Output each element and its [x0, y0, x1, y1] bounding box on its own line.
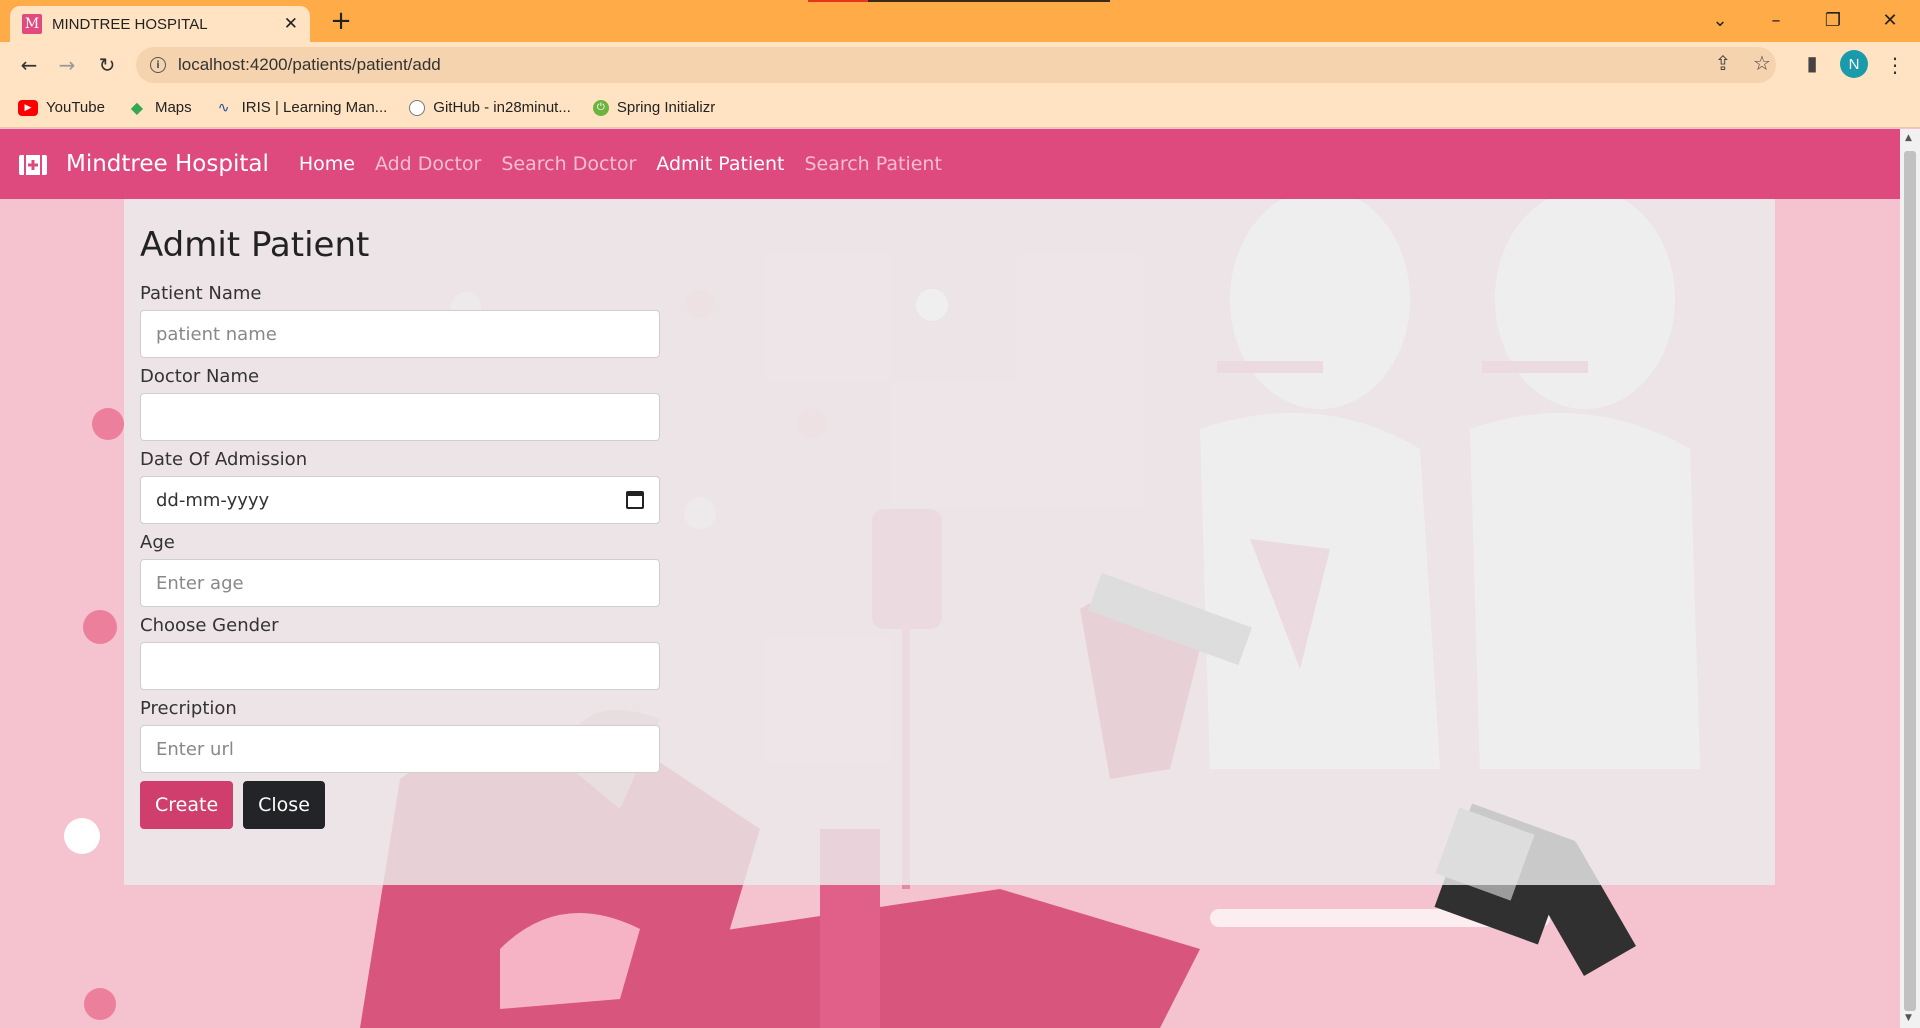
bookmark-label: GitHub - in28minut... — [433, 99, 571, 116]
minimize-icon[interactable]: – — [1756, 4, 1796, 36]
address-bar[interactable]: i localhost:4200/patients/patient/add — [136, 47, 1776, 83]
restore-icon[interactable]: ❐ — [1813, 4, 1853, 36]
maps-icon: ◆ — [130, 99, 144, 117]
youtube-icon: ▶ — [18, 99, 38, 116]
age-input[interactable]: Enter age — [140, 559, 660, 607]
app-navbar: Mindtree Hospital Home Add Doctor Search… — [0, 129, 1900, 199]
tab-title: MINDTREE HOSPITAL — [52, 15, 208, 33]
bookmark-spring[interactable]: ⏻ Spring Initializr — [592, 99, 716, 116]
nav-link-search-doctor[interactable]: Search Doctor — [501, 153, 636, 175]
url-text: localhost:4200/patients/patient/add — [178, 55, 441, 74]
bookmark-label: Spring Initializr — [616, 99, 716, 116]
admit-patient-panel: Admit Patient Patient Name patient name … — [124, 199, 1775, 885]
scroll-up-icon[interactable]: ▲ — [1905, 133, 1912, 143]
page-scrollbar[interactable]: ▲ ▼ — [1900, 129, 1920, 1028]
admission-date-input[interactable]: dd-mm-yyyy — [140, 476, 660, 524]
age-label: Age — [140, 532, 175, 553]
spring-icon: ⏻ — [592, 99, 609, 116]
profile-avatar[interactable]: N — [1840, 50, 1868, 78]
iris-icon: ∿ — [217, 99, 230, 115]
prescription-input[interactable]: Enter url — [140, 725, 660, 773]
admission-date-label: Date Of Admission — [140, 449, 308, 470]
bookmark-label: Maps — [154, 99, 192, 116]
nav-link-admit-patient[interactable]: Admit Patient — [656, 153, 784, 175]
bookmark-github[interactable]: GitHub - in28minut... — [409, 99, 571, 116]
bookmarks-bar: ▶ YouTube ◆ Maps ∿ IRIS | Learning Man..… — [0, 88, 1920, 128]
brand-name[interactable]: Mindtree Hospital — [66, 151, 269, 177]
browser-tab[interactable]: M MINDTREE HOSPITAL ✕ — [10, 6, 310, 42]
bookmark-label: YouTube — [46, 99, 105, 116]
scrollbar-thumb[interactable] — [1904, 151, 1916, 1011]
reload-icon[interactable]: ↻ — [92, 50, 122, 80]
gender-group: Choose Gender — [140, 615, 660, 690]
medical-kit-icon — [19, 155, 47, 175]
gender-label: Choose Gender — [140, 615, 279, 636]
bookmark-star-icon[interactable]: ☆ — [1747, 48, 1777, 78]
close-button[interactable]: Close — [243, 781, 325, 829]
tab-close-icon[interactable]: ✕ — [284, 14, 298, 34]
date-placeholder: dd-mm-yyyy — [156, 489, 270, 511]
admission-date-group: Date Of Admission dd-mm-yyyy — [140, 449, 660, 524]
doctor-name-input[interactable] — [140, 393, 660, 441]
browser-toolbar: ← → ↻ i localhost:4200/patients/patient/… — [0, 42, 1920, 88]
nav-link-search-patient[interactable]: Search Patient — [804, 153, 941, 175]
patient-name-input[interactable]: patient name — [140, 310, 660, 358]
patient-name-group: Patient Name patient name — [140, 283, 660, 358]
side-panel-icon[interactable]: ▮ — [1797, 48, 1827, 78]
calendar-icon[interactable] — [626, 491, 644, 509]
prescription-label: Precription — [140, 698, 237, 719]
patient-name-label: Patient Name — [140, 283, 262, 304]
back-icon[interactable]: ← — [14, 50, 44, 80]
site-info-icon[interactable]: i — [150, 57, 166, 73]
bookmark-maps[interactable]: ◆ Maps — [127, 99, 192, 117]
nav-link-add-doctor[interactable]: Add Doctor — [375, 153, 481, 175]
page-viewport: Mindtree Hospital Home Add Doctor Search… — [0, 129, 1900, 1028]
github-icon — [409, 99, 426, 116]
nav-link-home[interactable]: Home — [299, 153, 355, 175]
age-group: Age Enter age — [140, 532, 660, 607]
share-icon[interactable]: ⇪ — [1708, 48, 1738, 78]
tab-favicon-icon: M — [22, 14, 42, 34]
create-button[interactable]: Create — [140, 781, 234, 829]
bookmark-youtube[interactable]: ▶ YouTube — [18, 99, 105, 116]
gender-select[interactable] — [140, 642, 660, 690]
title-bar-accent — [808, 0, 1110, 2]
browser-menu-icon[interactable]: ⋮ — [1880, 50, 1910, 80]
new-tab-icon[interactable]: + — [326, 6, 356, 36]
page-title: Admit Patient — [140, 225, 370, 265]
bookmark-iris[interactable]: ∿ IRIS | Learning Man... — [214, 99, 388, 116]
form-actions: Create Close — [140, 781, 1759, 829]
browser-title-bar: M MINDTREE HOSPITAL ✕ + ⌄ – ❐ ✕ — [0, 0, 1920, 42]
forward-icon[interactable]: → — [52, 50, 82, 80]
close-window-icon[interactable]: ✕ — [1870, 4, 1910, 36]
scroll-down-icon[interactable]: ▼ — [1905, 1013, 1912, 1023]
doctor-name-label: Doctor Name — [140, 366, 260, 387]
tab-search-chevron-icon[interactable]: ⌄ — [1700, 4, 1740, 36]
prescription-group: Precription Enter url — [140, 698, 660, 773]
doctor-name-group: Doctor Name — [140, 366, 660, 441]
bookmark-label: IRIS | Learning Man... — [241, 99, 388, 116]
